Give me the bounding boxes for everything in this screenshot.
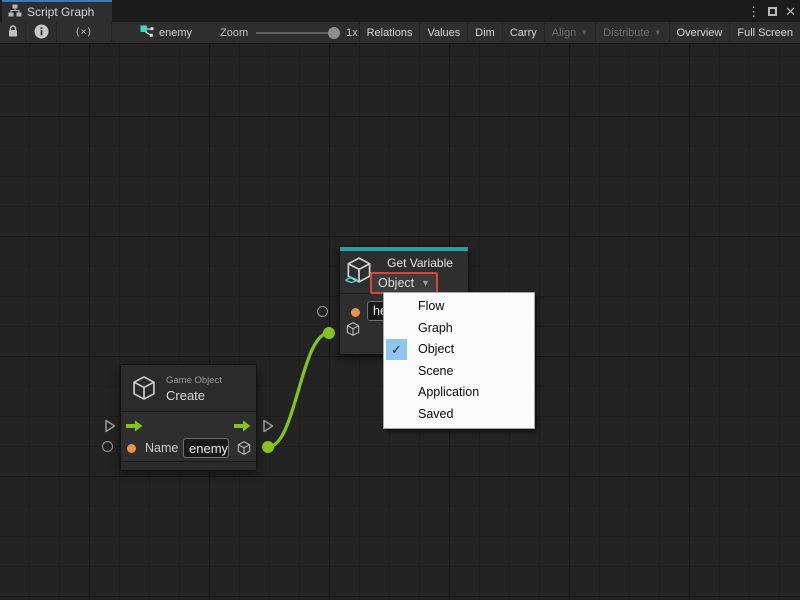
- distribute-button: Distribute ▼: [595, 22, 668, 44]
- menu-item-label: Saved: [418, 407, 453, 421]
- values-label: Values: [427, 27, 460, 39]
- menu-item-application[interactable]: Application: [384, 382, 534, 404]
- menu-item-saved[interactable]: Saved: [384, 404, 534, 426]
- chevron-down-icon: ▼: [654, 28, 662, 37]
- create-name-port[interactable]: [102, 441, 113, 452]
- code-variable-icon: <>: [345, 273, 357, 287]
- align-button: Align ▼: [544, 22, 595, 44]
- node-title: Get Variable: [374, 256, 466, 270]
- values-button[interactable]: Values: [419, 22, 467, 44]
- fullscreen-label: Full Screen: [737, 27, 793, 39]
- create-footer: [121, 461, 256, 470]
- tab-script-graph[interactable]: Script Graph: [2, 0, 112, 22]
- create-header: Game Object Create: [121, 365, 256, 411]
- name-input[interactable]: enemy: [183, 438, 229, 458]
- flow-out-arrow-icon[interactable]: [234, 419, 251, 437]
- toolbar-buttons: Relations Values Dim Carry Align ▼ Distr…: [359, 22, 800, 44]
- cube-icon: [130, 374, 158, 407]
- menu-item-flow[interactable]: Flow: [384, 296, 534, 318]
- lock-button[interactable]: [0, 22, 26, 44]
- lock-icon: [7, 24, 19, 41]
- chevron-down-icon: ▼: [421, 278, 430, 288]
- align-label: Align: [552, 27, 576, 39]
- create-flow-in-port[interactable]: [104, 419, 116, 438]
- fullscreen-button[interactable]: Full Screen: [729, 22, 800, 44]
- more-menu-icon[interactable]: ⋮: [747, 5, 760, 18]
- getvar-flow-port[interactable]: [317, 306, 328, 317]
- variable-kind-value: Object: [378, 276, 414, 290]
- menu-item-label: Scene: [418, 364, 453, 378]
- close-icon[interactable]: ✕: [785, 5, 796, 18]
- menu-item-label: Graph: [418, 321, 453, 335]
- flow-in-arrow-icon[interactable]: [126, 419, 143, 437]
- wire-output-dot: [262, 441, 274, 453]
- cube-icon: [345, 321, 361, 342]
- dim-label: Dim: [475, 27, 495, 39]
- carry-label: Carry: [510, 27, 537, 39]
- zoom-label: Zoom: [220, 27, 248, 39]
- titlebar: Script Graph ⋮ ✕: [0, 0, 800, 22]
- menu-item-scene[interactable]: Scene: [384, 361, 534, 383]
- variable-name-port-dot[interactable]: [351, 308, 360, 317]
- info-icon: [34, 24, 49, 42]
- script-graph-window: Script Graph ⋮ ✕: [0, 0, 800, 600]
- overview-button[interactable]: Overview: [669, 22, 730, 44]
- relations-button[interactable]: Relations: [359, 22, 420, 44]
- code-toggle-button[interactable]: ⟨×⟩: [57, 22, 112, 44]
- zoom-slider[interactable]: [256, 27, 340, 39]
- variable-kind-dropdown[interactable]: Object ▼: [370, 272, 438, 294]
- graph-icon: [140, 24, 154, 41]
- get-variable-header: <> Get Variable Object ▼: [340, 251, 468, 293]
- window-controls: ⋮ ✕: [747, 0, 796, 22]
- graph-reference[interactable]: enemy: [140, 24, 192, 41]
- cube-icon: [236, 440, 252, 461]
- code-brackets-icon: ⟨×⟩: [76, 27, 93, 38]
- carry-button[interactable]: Carry: [502, 22, 544, 44]
- create-node[interactable]: Game Object Create Name enemy: [120, 364, 257, 471]
- overview-label: Overview: [677, 27, 723, 39]
- menu-item-label: Object: [418, 342, 454, 356]
- name-label: Name: [145, 441, 178, 455]
- graph-canvas[interactable]: <> Get Variable Object ▼ he: [0, 44, 800, 600]
- relations-label: Relations: [367, 27, 413, 39]
- create-flow-out-port[interactable]: [262, 419, 274, 438]
- dim-button[interactable]: Dim: [467, 22, 502, 44]
- menu-item-label: Application: [418, 385, 479, 399]
- name-port-dot[interactable]: [127, 444, 136, 453]
- node-title: Create: [166, 388, 205, 403]
- create-name-row: Name enemy: [121, 437, 256, 461]
- info-button[interactable]: [26, 22, 57, 44]
- maximize-icon[interactable]: [768, 7, 777, 16]
- chevron-down-icon: ▼: [580, 28, 588, 37]
- zoom-slider-handle[interactable]: [328, 27, 340, 39]
- toolbar-gap: [112, 22, 140, 44]
- menu-item-object[interactable]: ✓ Object: [384, 339, 534, 361]
- toolbar: ⟨×⟩ enemy Zoom 1x Relations: [0, 22, 800, 44]
- check-icon: ✓: [386, 339, 407, 360]
- script-graph-icon: [8, 4, 22, 20]
- create-flow-row: [121, 411, 256, 437]
- menu-item-graph[interactable]: Graph: [384, 318, 534, 340]
- node-supertitle: Game Object: [166, 375, 222, 386]
- tab-label: Script Graph: [27, 5, 94, 19]
- variable-kind-menu: Flow Graph ✓ Object Scene Application Sa…: [383, 292, 535, 429]
- menu-item-label: Flow: [418, 299, 444, 313]
- distribute-label: Distribute: [603, 27, 649, 39]
- zoom-value: 1x: [346, 27, 358, 39]
- name-input-value: enemy: [189, 441, 228, 456]
- wire-input-dot: [323, 327, 335, 339]
- graph-name-label: enemy: [159, 27, 192, 39]
